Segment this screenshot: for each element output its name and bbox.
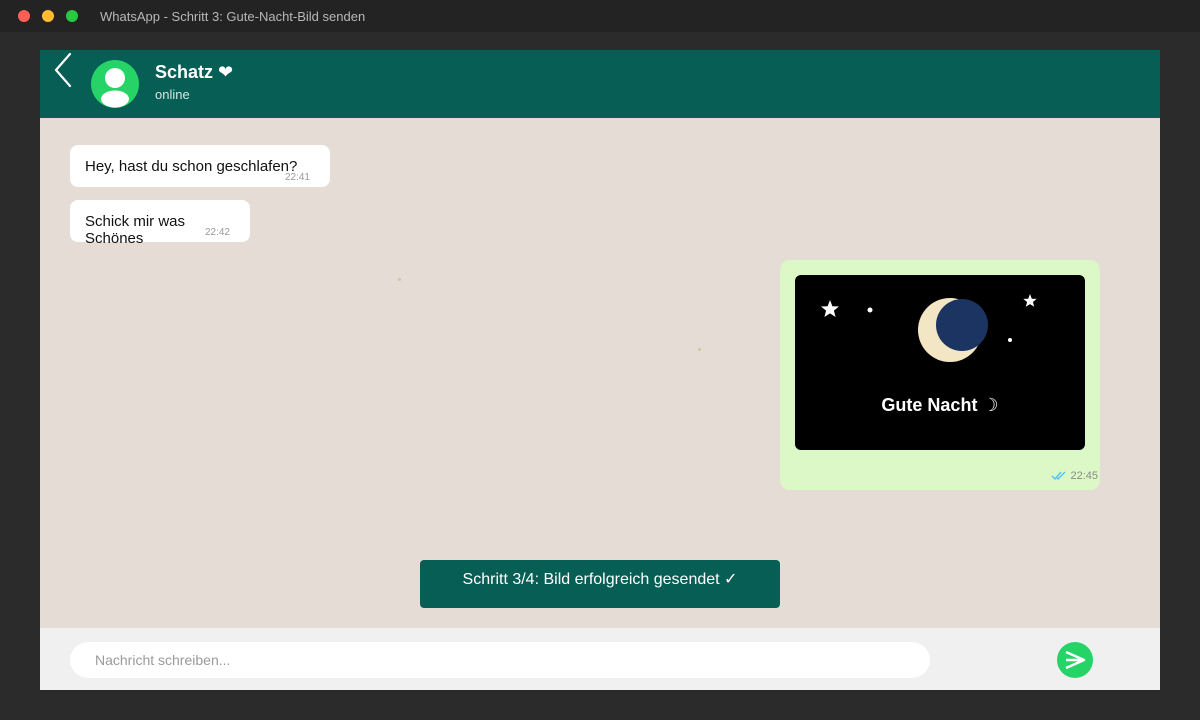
background-pattern-dot bbox=[398, 278, 401, 281]
maximize-window-button[interactable] bbox=[66, 10, 78, 22]
message-text: Schick mir was Schönes bbox=[85, 213, 186, 247]
contact-status: online bbox=[155, 87, 190, 102]
message-meta: 22:45 bbox=[1051, 470, 1098, 482]
minimize-window-button[interactable] bbox=[42, 10, 54, 22]
chat-window: Schatz ❤ online Hey, hast du schon gesch… bbox=[40, 50, 1160, 690]
message-input[interactable] bbox=[70, 642, 930, 678]
star-dot bbox=[1008, 338, 1012, 342]
message-time: 22:45 bbox=[1070, 470, 1098, 482]
crescent-moon-icon bbox=[918, 298, 988, 362]
incoming-message[interactable]: Hey, hast du schon geschlafen? 22:41 bbox=[70, 145, 330, 187]
chat-header: Schatz ❤ online bbox=[40, 50, 1160, 118]
chevron-left-icon bbox=[54, 52, 72, 88]
message-time: 22:42 bbox=[204, 227, 230, 238]
contact-name[interactable]: Schatz ❤ bbox=[155, 62, 233, 83]
step-status-banner: Schritt 3/4: Bild erfolgreich gesendet ✓ bbox=[420, 560, 780, 608]
outgoing-image-message[interactable]: Gute Nacht ☽ 22:45 bbox=[780, 260, 1100, 490]
message-time: 22:41 bbox=[284, 172, 310, 183]
window-title: WhatsApp - Schritt 3: Gute-Nacht-Bild se… bbox=[100, 9, 366, 24]
message-text: Hey, hast du schon geschlafen? bbox=[85, 158, 298, 175]
incoming-message[interactable]: Schick mir was Schönes 22:42 bbox=[70, 200, 250, 247]
window-titlebar: WhatsApp - Schritt 3: Gute-Nacht-Bild se… bbox=[0, 0, 1200, 32]
star-icon bbox=[821, 300, 839, 317]
user-silhouette-icon bbox=[101, 68, 129, 108]
send-arrow-icon bbox=[1065, 650, 1086, 670]
star-icon bbox=[1023, 294, 1037, 307]
back-button[interactable] bbox=[52, 52, 76, 88]
star-dot bbox=[867, 307, 873, 313]
send-button[interactable] bbox=[1057, 642, 1093, 678]
good-night-image[interactable]: Gute Nacht ☽ bbox=[795, 275, 1085, 450]
double-check-icon bbox=[1051, 471, 1066, 481]
image-caption: Gute Nacht ☽ bbox=[881, 395, 999, 415]
close-window-button[interactable] bbox=[18, 10, 30, 22]
night-sky-illustration bbox=[821, 294, 1037, 362]
background-pattern-dot bbox=[698, 348, 701, 351]
message-composer bbox=[40, 628, 1160, 690]
avatar[interactable] bbox=[91, 60, 139, 108]
